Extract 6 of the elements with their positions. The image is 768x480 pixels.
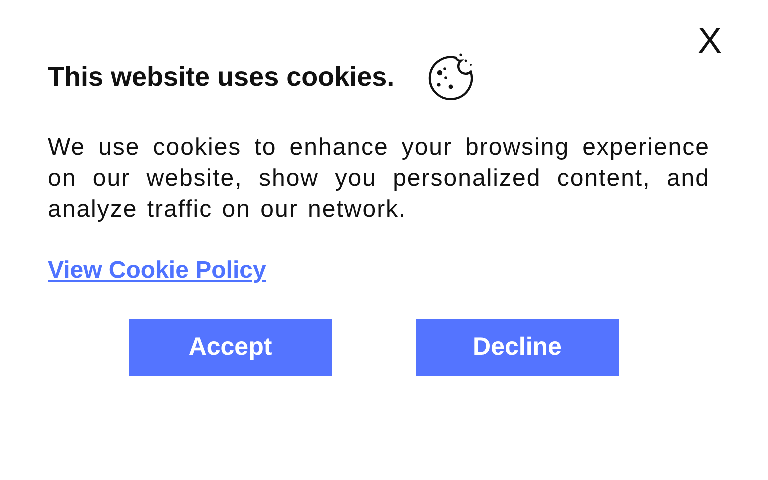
dialog-title: This website uses cookies.	[48, 62, 395, 92]
decline-button[interactable]: Decline	[416, 319, 619, 376]
cookie-message: We use cookies to enhance your browsing experience on our website, show you personalized content, and analyze traffic on our network.	[48, 133, 710, 225]
accept-button[interactable]: Accept	[129, 319, 332, 376]
close-button[interactable]: X	[698, 24, 722, 58]
cookie-policy-link[interactable]: View Cookie Policy	[48, 257, 266, 285]
